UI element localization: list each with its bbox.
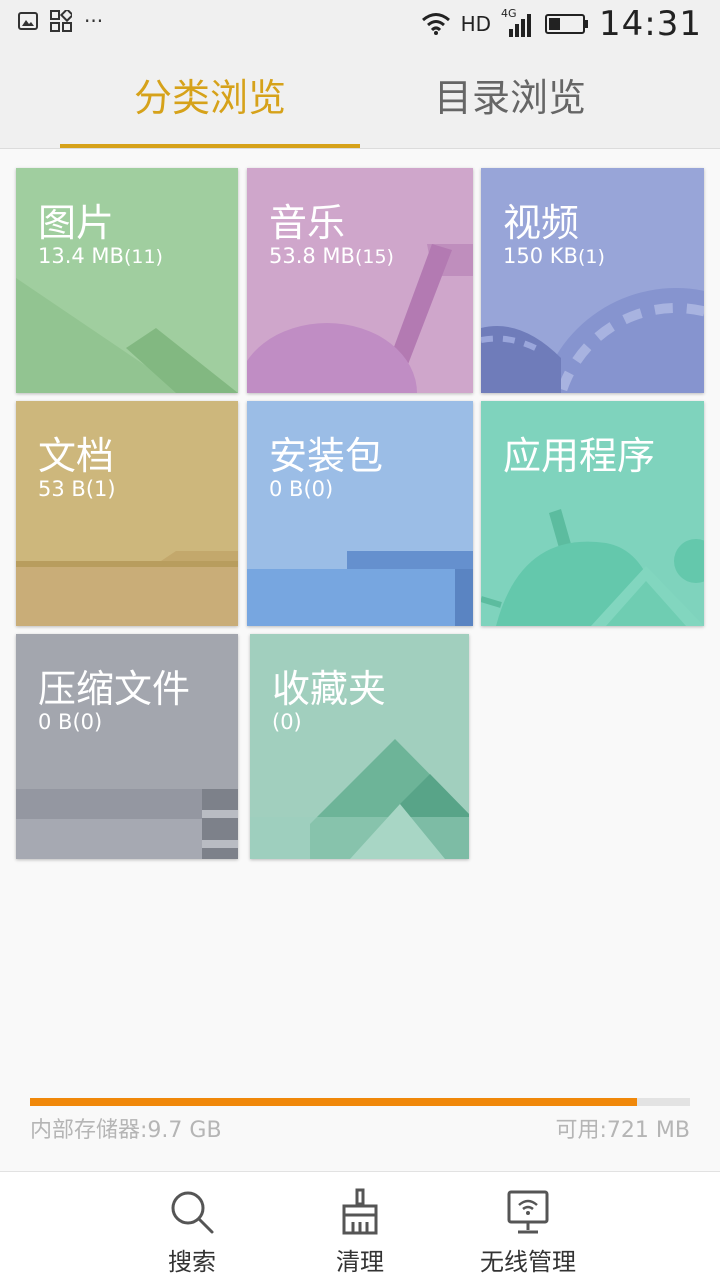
bottom-navigation: 搜索 清理 无线管理 (0, 1171, 720, 1281)
tile-stats: 13.4 MB(11) (38, 244, 163, 268)
tile-size: 13.4 MB (38, 244, 124, 268)
tile-stats: 53 B(1) (38, 477, 116, 501)
tile-title: 压缩文件 (38, 667, 191, 711)
clean-label: 清理 (336, 1248, 384, 1276)
category-tile-documents[interactable]: 文档 53 B(1) (16, 401, 238, 626)
internal-storage-label: 内部存储器:9.7 GB (30, 1118, 222, 1143)
tile-stats: 150 KB(1) (503, 244, 605, 268)
tile-count: (1) (577, 246, 605, 268)
tile-stats: 0 B(0) (38, 710, 102, 734)
tile-stats: (0) (272, 710, 302, 734)
qr-code-icon (50, 10, 72, 32)
image-icon (18, 12, 38, 30)
status-bar: ··· HD 4G 14:31 (0, 0, 720, 48)
wireless-monitor-icon (507, 1190, 549, 1234)
search-label: 搜索 (168, 1248, 216, 1276)
category-tile-video[interactable]: 视频 150 KB(1) (481, 168, 704, 393)
tile-size: 53.8 MB (269, 244, 355, 268)
active-tab-indicator (60, 144, 360, 148)
available-storage-label: 可用:721 MB (555, 1118, 690, 1143)
tile-size: 0 B (269, 477, 304, 501)
tile-count: (15) (354, 246, 394, 268)
wireless-manage-button[interactable]: 无线管理 (458, 1188, 598, 1278)
tile-count: (0) (272, 710, 302, 734)
search-button[interactable]: 搜索 (122, 1188, 262, 1278)
network-hd-label: HD (460, 12, 492, 36)
search-icon (171, 1191, 214, 1234)
broom-icon (342, 1188, 378, 1235)
clean-button[interactable]: 清理 (290, 1188, 430, 1278)
tile-stats: 53.8 MB(15) (269, 244, 394, 268)
tile-title: 收藏夹 (272, 667, 387, 711)
wifi-icon (421, 13, 450, 35)
tile-title: 应用程序 (503, 434, 656, 478)
more-dots-icon: ··· (84, 9, 104, 33)
tile-count: (0) (303, 477, 334, 501)
tile-title: 视频 (503, 201, 580, 245)
tile-size: 53 B (38, 477, 86, 501)
category-tile-packages[interactable]: 安装包 0 B(0) (247, 401, 473, 626)
tile-size: 150 KB (503, 244, 578, 268)
category-tile-music[interactable]: 音乐 53.8 MB(15) (247, 168, 473, 393)
battery-icon (545, 14, 589, 34)
tab-directory-browse[interactable]: 目录浏览 (360, 48, 660, 148)
tile-title: 文档 (38, 434, 115, 478)
tile-title: 音乐 (269, 201, 346, 245)
storage-usage-fill (30, 1098, 638, 1106)
category-tile-applications[interactable]: 应用程序 (481, 401, 704, 626)
category-tile-favorites[interactable]: 收藏夹 (0) (250, 634, 469, 859)
tile-count: (11) (123, 246, 163, 268)
status-left-icons: ··· (18, 10, 103, 32)
tab-bar: 分类浏览 目录浏览 (0, 48, 720, 149)
tile-size: 0 B (38, 710, 73, 734)
category-tile-archives[interactable]: 压缩文件 0 B(0) (16, 634, 238, 859)
clock: 14:31 (599, 4, 702, 44)
tile-stats: 0 B(0) (269, 477, 333, 501)
category-tile-pictures[interactable]: 图片 13.4 MB(11) (16, 168, 238, 393)
status-right-icons: HD 4G 14:31 (421, 4, 702, 44)
tile-title: 图片 (38, 201, 115, 245)
tile-count: (1) (85, 477, 116, 501)
wireless-manage-label: 无线管理 (480, 1248, 576, 1276)
tile-title: 安装包 (269, 434, 384, 478)
tab-category-browse[interactable]: 分类浏览 (60, 48, 360, 148)
signal-icon: 4G (501, 7, 535, 39)
storage-usage-bar (30, 1098, 690, 1106)
tile-count: (0) (72, 710, 103, 734)
